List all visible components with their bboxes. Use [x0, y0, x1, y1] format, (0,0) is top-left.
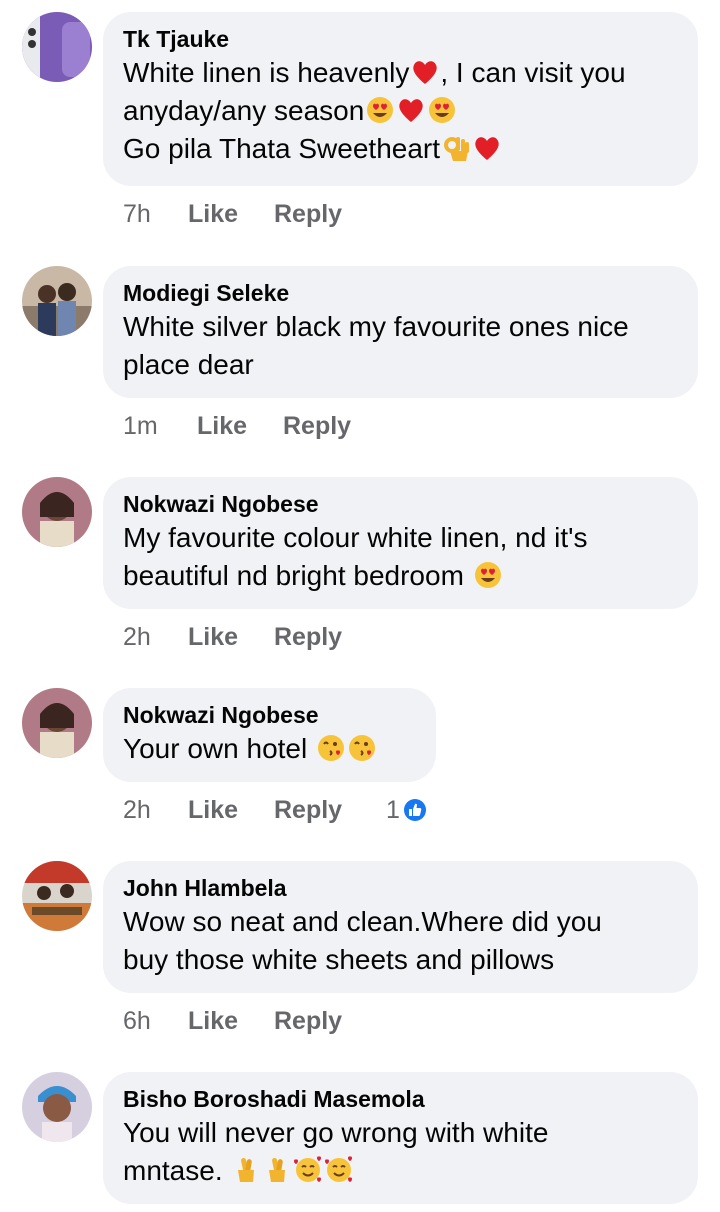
comment-text: My favourite colour white linen, nd it's… — [123, 519, 678, 595]
reply-button[interactable]: Reply — [283, 409, 395, 443]
avatar[interactable] — [22, 266, 92, 336]
comment-actions: 1m Like Reply — [123, 409, 395, 443]
comment-timestamp[interactable]: 1m — [123, 409, 197, 443]
comment-text-line: beautiful nd bright bedroom — [123, 560, 464, 591]
smiling-face-with-hearts-emoji-icon — [324, 1155, 354, 1185]
comment-text-line: My favourite colour white linen, nd it's — [123, 522, 588, 553]
comment-author[interactable]: Nokwazi Ngobese — [123, 489, 678, 519]
avatar[interactable] — [22, 688, 92, 758]
heart-eyes-emoji-icon — [427, 95, 457, 125]
like-button[interactable]: Like — [188, 793, 274, 827]
comment-text: You will never go wrong with white mntas… — [123, 1114, 678, 1190]
comment-actions: 6h Like Reply — [123, 1004, 386, 1038]
avatar[interactable] — [22, 861, 92, 931]
avatar[interactable] — [22, 477, 92, 547]
like-button[interactable]: Like — [188, 197, 274, 231]
comment-text-line: You will never go wrong with white — [123, 1117, 549, 1148]
like-button[interactable]: Like — [188, 1004, 274, 1038]
smiling-face-with-hearts-emoji-icon — [293, 1155, 323, 1185]
kissing-heart-emoji-icon — [316, 733, 346, 763]
comment-text-line: buy those white sheets and pillows — [123, 944, 555, 975]
comment-author[interactable]: Nokwazi Ngobese — [123, 700, 416, 730]
comment-text-line: place dear — [123, 349, 254, 380]
avatar[interactable] — [22, 12, 92, 82]
comment-text-line: Wow so neat and clean.Where did you — [123, 906, 602, 937]
comment-timestamp[interactable]: 7h — [123, 197, 188, 231]
ok-hand-emoji-icon — [441, 133, 471, 163]
comment-timestamp[interactable]: 2h — [123, 793, 188, 827]
comment-bubble[interactable]: John Hlambela Wow so neat and clean.Wher… — [103, 861, 698, 993]
comment-bubble[interactable]: Nokwazi Ngobese Your own hotel — [103, 688, 436, 782]
comment-author[interactable]: Bisho Boroshadi Masemola — [123, 1084, 678, 1114]
comment-timestamp[interactable]: 6h — [123, 1004, 188, 1038]
comment-actions: 7h Like Reply — [123, 197, 386, 231]
red-heart-icon — [472, 133, 502, 163]
reaction-count: 1 — [386, 796, 400, 824]
comment-text-line: Your own hotel — [123, 733, 308, 764]
like-thumb-icon — [403, 799, 426, 821]
reaction-summary[interactable]: 1 — [386, 793, 426, 827]
kissing-heart-emoji-icon — [347, 733, 377, 763]
like-button[interactable]: Like — [188, 620, 274, 654]
crossed-fingers-emoji-icon — [262, 1155, 292, 1185]
comment-author[interactable]: Modiegi Seleke — [123, 278, 678, 308]
comment-bubble[interactable]: Bisho Boroshadi Masemola You will never … — [103, 1072, 698, 1204]
comment-text: White linen is heavenly , I can visit you… — [123, 54, 678, 168]
comment-text: Wow so neat and clean.Where did you buy … — [123, 903, 678, 979]
comment-bubble[interactable]: Nokwazi Ngobese My favourite colour whit… — [103, 477, 698, 609]
comment-bubble[interactable]: Modiegi Seleke White silver black my fav… — [103, 266, 698, 398]
comment-text-line: anyday/any season — [123, 95, 365, 126]
avatar[interactable] — [22, 1072, 92, 1142]
reply-button[interactable]: Reply — [274, 197, 386, 231]
comment-timestamp[interactable]: 2h — [123, 620, 188, 654]
comment-text-line: Go pila Thata Sweetheart — [123, 133, 441, 164]
comment-author[interactable]: John Hlambela — [123, 873, 678, 903]
comment-text-line: mntase. — [123, 1155, 223, 1186]
red-heart-icon — [396, 95, 426, 125]
like-button[interactable]: Like — [197, 409, 283, 443]
reply-button[interactable]: Reply — [274, 1004, 386, 1038]
comment-actions: 2h Like Reply — [123, 620, 386, 654]
comment-text-line: White linen is heavenly — [123, 57, 410, 88]
heart-eyes-emoji-icon — [473, 560, 503, 590]
comment-actions: 2h Like Reply 1 — [123, 793, 426, 827]
reply-button[interactable]: Reply — [274, 793, 386, 827]
comment-text: White silver black my favourite ones nic… — [123, 308, 678, 384]
comment-text: Your own hotel — [123, 730, 416, 768]
heart-eyes-emoji-icon — [365, 95, 395, 125]
comment-text-line: , I can visit you — [440, 57, 626, 88]
crossed-fingers-emoji-icon — [231, 1155, 261, 1185]
red-heart-icon — [410, 57, 440, 87]
comment-text-line: White silver black my favourite ones nic… — [123, 311, 629, 342]
comment-author[interactable]: Tk Tjauke — [123, 24, 678, 54]
reply-button[interactable]: Reply — [274, 620, 386, 654]
comment-bubble[interactable]: Tk Tjauke White linen is heavenly , I can… — [103, 12, 698, 186]
